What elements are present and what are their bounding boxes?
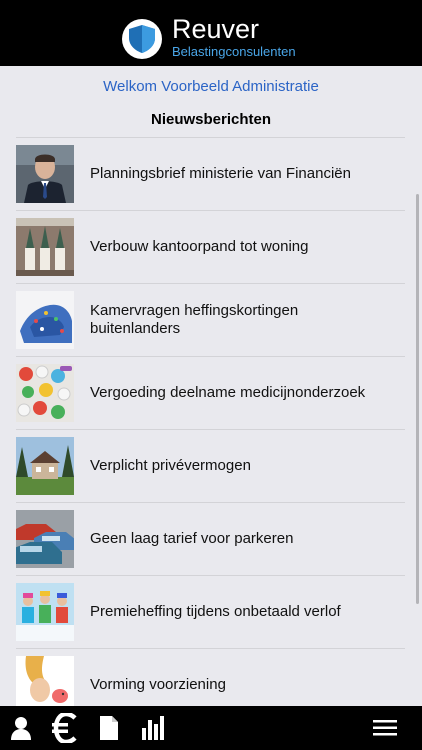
tab-reports[interactable] [138,712,168,744]
tab-documents[interactable] [94,712,124,744]
news-title: Vorming voorziening [90,676,226,693]
brand-name: Reuver [172,14,260,44]
shield-icon [122,19,162,59]
news-title: Premieheffing tijdens onbetaald verlof [90,603,341,620]
news-item[interactable]: Verplicht privévermogen [16,430,405,503]
news-item[interactable]: Vorming voorziening [16,649,405,706]
document-icon [100,716,118,740]
tab-finance[interactable] [50,712,80,744]
app-header: Reuver Belastingconsulenten [0,0,422,66]
user-icon [11,717,31,740]
news-title: Geen laag tarief voor parkeren [90,530,294,547]
news-item[interactable]: Verbouw kantoorpand tot woning [16,211,405,284]
news-title: Planningsbrief ministerie van Financiën [90,165,351,182]
news-list: Planningsbrief ministerie van Financiën … [16,137,405,706]
skiers-photo [16,583,74,641]
news-title: Verbouw kantoorpand tot woning [90,238,309,255]
pills-photo [16,364,74,422]
news-title: Kamervragen heffingskortingen buitenland… [90,302,299,337]
menu-icon [373,720,397,736]
main-content: Welkom Voorbeeld Administratie Nieuwsber… [0,66,422,706]
news-item[interactable]: Vergoeding deelname medicijnonderzoek [16,357,405,430]
brand-subtitle: Belastingconsulenten [172,44,296,59]
piggy-bank-photo [16,656,74,706]
building-photo [16,218,74,276]
house-photo [16,437,74,495]
tab-profile[interactable] [6,712,36,744]
news-item[interactable]: Planningsbrief ministerie van Financiën [16,138,405,211]
parked-cars-photo [16,510,74,568]
news-title: Verplicht privévermogen [90,457,251,474]
euro-icon [52,713,77,743]
news-item[interactable]: Kamervragen heffingskortingen buitenland… [16,284,405,357]
tab-bar [0,706,422,750]
europe-map-photo [16,291,74,349]
news-item[interactable]: Premieheffing tijdens onbetaald verlof [16,576,405,649]
section-title: Nieuwsberichten [150,111,272,128]
welcome-link[interactable]: Welkom Voorbeeld Administratie [0,78,422,96]
news-item[interactable]: Geen laag tarief voor parkeren [16,503,405,576]
scrollbar[interactable] [416,194,419,604]
news-title: Vergoeding deelname medicijnonderzoek [90,384,366,401]
tab-menu[interactable] [370,712,400,744]
minister-portrait-photo [16,145,74,203]
bar-chart-icon [142,716,164,740]
